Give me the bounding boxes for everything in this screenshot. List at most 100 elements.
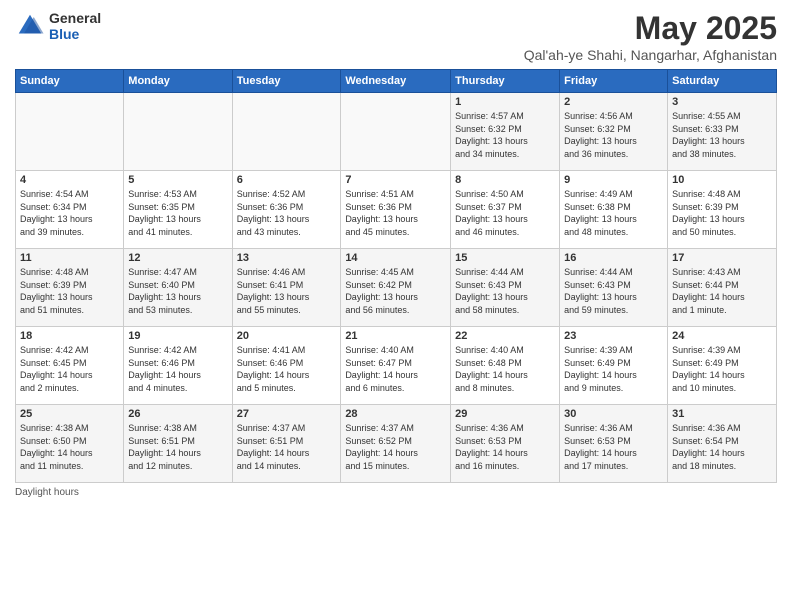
- day-detail: Sunrise: 4:45 AM Sunset: 6:42 PM Dayligh…: [345, 266, 446, 316]
- day-detail: Sunrise: 4:50 AM Sunset: 6:37 PM Dayligh…: [455, 188, 555, 238]
- day-detail: Sunrise: 4:55 AM Sunset: 6:33 PM Dayligh…: [672, 110, 772, 160]
- day-number: 9: [564, 174, 663, 186]
- calendar-cell: 4 Sunrise: 4:54 AM Sunset: 6:34 PM Daylig…: [16, 171, 124, 249]
- calendar-cell: 24Sunrise: 4:39 AM Sunset: 6:49 PM Dayli…: [668, 327, 777, 405]
- logo-blue-text: Blue: [49, 26, 101, 42]
- calendar-week-5: 25Sunrise: 4:38 AM Sunset: 6:50 PM Dayli…: [16, 405, 777, 483]
- day-detail: Sunrise: 4:54 AM Sunset: 6:34 PM Dayligh…: [20, 188, 119, 238]
- day-number: 30: [564, 408, 663, 420]
- calendar-cell: 30 Sunrise: 4:36 AM Sunset: 6:53 PM Dayli…: [560, 405, 668, 483]
- calendar-cell: 11 Sunrise: 4:48 AM Sunset: 6:39 PM Dayli…: [16, 249, 124, 327]
- day-detail: Sunrise: 4:44 AM Sunset: 6:43 PM Dayligh…: [455, 266, 555, 316]
- calendar-week-1: 1 Sunrise: 4:57 AM Sunset: 6:32 PM Daylig…: [16, 93, 777, 171]
- day-detail: Sunrise: 4:53 AM Sunset: 6:35 PM Dayligh…: [128, 188, 227, 238]
- col-header-thursday: Thursday: [451, 70, 560, 93]
- logo-text: General Blue: [49, 10, 101, 42]
- day-number: 21: [345, 330, 446, 342]
- calendar-table: SundayMondayTuesdayWednesdayThursdayFrid…: [15, 69, 777, 483]
- calendar-cell: 6 Sunrise: 4:52 AM Sunset: 6:36 PM Daylig…: [232, 171, 341, 249]
- calendar-cell: 27 Sunrise: 4:37 AM Sunset: 6:51 PM Dayli…: [232, 405, 341, 483]
- calendar-cell: 12 Sunrise: 4:47 AM Sunset: 6:40 PM Dayli…: [124, 249, 232, 327]
- day-number: 5: [128, 174, 227, 186]
- day-number: 24: [672, 330, 772, 342]
- day-detail: Sunrise: 4:48 AM Sunset: 6:39 PM Dayligh…: [20, 266, 119, 316]
- calendar-cell: 10 Sunrise: 4:48 AM Sunset: 6:39 PM Dayli…: [668, 171, 777, 249]
- col-header-saturday: Saturday: [668, 70, 777, 93]
- day-detail: Sunrise: 4:36 AM Sunset: 6:53 PM Dayligh…: [455, 422, 555, 472]
- calendar-week-2: 4 Sunrise: 4:54 AM Sunset: 6:34 PM Daylig…: [16, 171, 777, 249]
- footer-label: Daylight hours: [15, 487, 79, 498]
- calendar-cell: 16Sunrise: 4:44 AM Sunset: 6:43 PM Dayli…: [560, 249, 668, 327]
- day-detail: Sunrise: 4:36 AM Sunset: 6:54 PM Dayligh…: [672, 422, 772, 472]
- calendar-week-4: 18 Sunrise: 4:42 AM Sunset: 6:45 PM Dayli…: [16, 327, 777, 405]
- month-title: May 2025: [524, 10, 777, 47]
- day-number: 23: [564, 330, 663, 342]
- day-number: 11: [20, 252, 119, 264]
- day-number: 20: [237, 330, 337, 342]
- calendar-cell: 2Sunrise: 4:56 AM Sunset: 6:32 PM Daylig…: [560, 93, 668, 171]
- day-detail: Sunrise: 4:36 AM Sunset: 6:53 PM Dayligh…: [564, 422, 663, 472]
- day-number: 6: [237, 174, 337, 186]
- day-detail: Sunrise: 4:46 AM Sunset: 6:41 PM Dayligh…: [237, 266, 337, 316]
- day-detail: Sunrise: 4:57 AM Sunset: 6:32 PM Dayligh…: [455, 110, 555, 160]
- day-number: 8: [455, 174, 555, 186]
- page: General Blue May 2025 Qal'ah-ye Shahi, N…: [0, 0, 792, 612]
- col-header-sunday: Sunday: [16, 70, 124, 93]
- calendar-cell: 7 Sunrise: 4:51 AM Sunset: 6:36 PM Daylig…: [341, 171, 451, 249]
- calendar-cell: 31Sunrise: 4:36 AM Sunset: 6:54 PM Dayli…: [668, 405, 777, 483]
- calendar-cell: 8 Sunrise: 4:50 AM Sunset: 6:37 PM Daylig…: [451, 171, 560, 249]
- calendar-cell: 28 Sunrise: 4:37 AM Sunset: 6:52 PM Dayli…: [341, 405, 451, 483]
- day-detail: Sunrise: 4:37 AM Sunset: 6:51 PM Dayligh…: [237, 422, 337, 472]
- col-header-tuesday: Tuesday: [232, 70, 341, 93]
- day-number: 19: [128, 330, 227, 342]
- logo-icon: [15, 11, 45, 41]
- footer: Daylight hours: [15, 487, 777, 498]
- day-detail: Sunrise: 4:52 AM Sunset: 6:36 PM Dayligh…: [237, 188, 337, 238]
- day-number: 12: [128, 252, 227, 264]
- day-detail: Sunrise: 4:39 AM Sunset: 6:49 PM Dayligh…: [564, 344, 663, 394]
- day-number: 13: [237, 252, 337, 264]
- day-number: 14: [345, 252, 446, 264]
- calendar-cell: [341, 93, 451, 171]
- day-number: 22: [455, 330, 555, 342]
- calendar-cell: 3Sunrise: 4:55 AM Sunset: 6:33 PM Daylig…: [668, 93, 777, 171]
- day-detail: Sunrise: 4:47 AM Sunset: 6:40 PM Dayligh…: [128, 266, 227, 316]
- day-number: 10: [672, 174, 772, 186]
- col-header-friday: Friday: [560, 70, 668, 93]
- logo-general-text: General: [49, 10, 101, 26]
- day-number: 4: [20, 174, 119, 186]
- title-block: May 2025 Qal'ah-ye Shahi, Nangarhar, Afg…: [524, 10, 777, 63]
- day-number: 29: [455, 408, 555, 420]
- day-number: 7: [345, 174, 446, 186]
- calendar-cell: 21 Sunrise: 4:40 AM Sunset: 6:47 PM Dayli…: [341, 327, 451, 405]
- calendar-header-row: SundayMondayTuesdayWednesdayThursdayFrid…: [16, 70, 777, 93]
- day-detail: Sunrise: 4:37 AM Sunset: 6:52 PM Dayligh…: [345, 422, 446, 472]
- calendar-cell: 18 Sunrise: 4:42 AM Sunset: 6:45 PM Dayli…: [16, 327, 124, 405]
- calendar-cell: 14 Sunrise: 4:45 AM Sunset: 6:42 PM Dayli…: [341, 249, 451, 327]
- calendar-cell: 20 Sunrise: 4:41 AM Sunset: 6:46 PM Dayli…: [232, 327, 341, 405]
- day-number: 18: [20, 330, 119, 342]
- day-detail: Sunrise: 4:43 AM Sunset: 6:44 PM Dayligh…: [672, 266, 772, 316]
- day-detail: Sunrise: 4:49 AM Sunset: 6:38 PM Dayligh…: [564, 188, 663, 238]
- calendar-cell: 13 Sunrise: 4:46 AM Sunset: 6:41 PM Dayli…: [232, 249, 341, 327]
- day-number: 25: [20, 408, 119, 420]
- day-detail: Sunrise: 4:41 AM Sunset: 6:46 PM Dayligh…: [237, 344, 337, 394]
- day-number: 27: [237, 408, 337, 420]
- day-detail: Sunrise: 4:40 AM Sunset: 6:48 PM Dayligh…: [455, 344, 555, 394]
- day-number: 28: [345, 408, 446, 420]
- day-detail: Sunrise: 4:56 AM Sunset: 6:32 PM Dayligh…: [564, 110, 663, 160]
- calendar-cell: [232, 93, 341, 171]
- day-number: 1: [455, 96, 555, 108]
- day-detail: Sunrise: 4:42 AM Sunset: 6:45 PM Dayligh…: [20, 344, 119, 394]
- day-detail: Sunrise: 4:42 AM Sunset: 6:46 PM Dayligh…: [128, 344, 227, 394]
- calendar-cell: 9 Sunrise: 4:49 AM Sunset: 6:38 PM Daylig…: [560, 171, 668, 249]
- day-detail: Sunrise: 4:44 AM Sunset: 6:43 PM Dayligh…: [564, 266, 663, 316]
- calendar-cell: 23 Sunrise: 4:39 AM Sunset: 6:49 PM Dayli…: [560, 327, 668, 405]
- calendar-cell: 25Sunrise: 4:38 AM Sunset: 6:50 PM Dayli…: [16, 405, 124, 483]
- day-detail: Sunrise: 4:40 AM Sunset: 6:47 PM Dayligh…: [345, 344, 446, 394]
- col-header-monday: Monday: [124, 70, 232, 93]
- day-detail: Sunrise: 4:48 AM Sunset: 6:39 PM Dayligh…: [672, 188, 772, 238]
- logo: General Blue: [15, 10, 101, 42]
- day-detail: Sunrise: 4:51 AM Sunset: 6:36 PM Dayligh…: [345, 188, 446, 238]
- calendar-cell: 26Sunrise: 4:38 AM Sunset: 6:51 PM Dayli…: [124, 405, 232, 483]
